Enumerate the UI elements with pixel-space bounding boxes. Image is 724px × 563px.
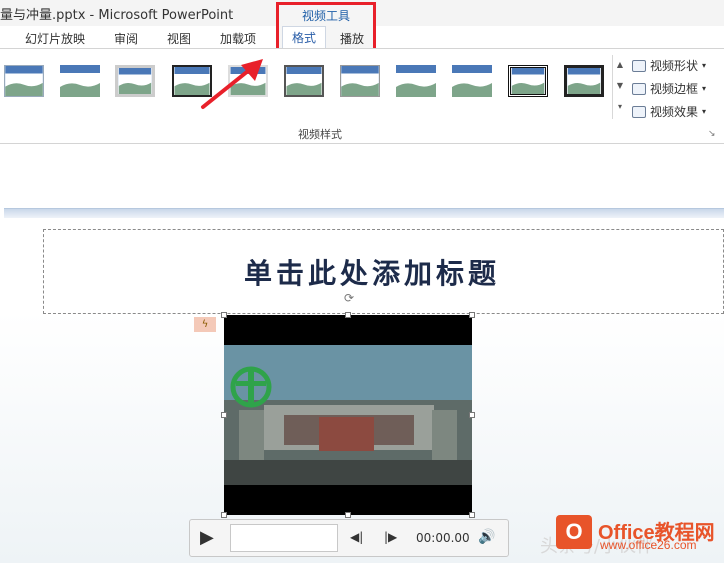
video-styles-group-label: 视频样式	[298, 128, 342, 141]
video-border-button[interactable]: 视频边框 ▾	[632, 80, 706, 97]
chevron-down-icon: ▾	[702, 84, 707, 93]
video-style-8[interactable]	[396, 65, 436, 97]
video-tools-label: 视频工具	[301, 9, 350, 23]
video-border-label: 视频边框	[650, 82, 699, 96]
play-icon[interactable]: ▶	[200, 528, 218, 548]
gallery-up-icon[interactable]: ▲	[613, 55, 627, 75]
video-frame-image	[224, 345, 472, 485]
resize-handle-n[interactable]	[345, 312, 351, 318]
video-object[interactable]	[221, 312, 475, 518]
video-shape-button[interactable]: 视频形状 ▾	[632, 57, 706, 74]
title-placeholder[interactable]: 单击此处添加标题	[43, 229, 724, 314]
step-forward-icon[interactable]: |▶	[384, 530, 397, 544]
tab-review[interactable]: 审阅	[114, 30, 138, 47]
video-effects-label: 视频效果	[650, 105, 699, 119]
gallery-down-icon[interactable]: ▼	[613, 76, 627, 96]
slide-decor-band	[4, 208, 724, 218]
progress-bar[interactable]	[230, 524, 338, 552]
gallery-scroll: ▲ ▼ ▾	[612, 55, 627, 119]
rotate-icon[interactable]: ⟳	[342, 291, 356, 305]
resize-handle-nw[interactable]	[221, 312, 227, 318]
office-logo-icon: O	[556, 515, 592, 549]
resize-handle-w[interactable]	[221, 412, 227, 418]
video-style-10[interactable]	[508, 65, 548, 97]
lightning-icon: ϟ	[194, 317, 216, 332]
tab-slideshow[interactable]: 幻灯片放映	[25, 30, 85, 47]
media-controls: ▶ ◀| |▶ 00:00.00 🔊	[189, 519, 509, 557]
resize-handle-ne[interactable]	[469, 312, 475, 318]
dialog-launcher-icon[interactable]: ↘	[708, 129, 716, 139]
gallery-more-icon[interactable]: ▾	[613, 97, 627, 117]
volume-icon[interactable]: 🔊	[478, 529, 495, 545]
video-style-2[interactable]	[60, 65, 100, 97]
window-title: 量与冲量.pptx - Microsoft PowerPoint	[0, 8, 234, 23]
video-style-1[interactable]	[4, 65, 44, 97]
title-placeholder-text: 单击此处添加标题	[244, 257, 501, 290]
video-shape-label: 视频形状	[650, 59, 699, 73]
effects-icon	[632, 105, 646, 118]
video-style-6[interactable]	[284, 65, 324, 97]
tab-addins[interactable]: 加载项	[220, 30, 256, 47]
video-effects-button[interactable]: 视频效果 ▾	[632, 103, 706, 120]
step-back-icon[interactable]: ◀|	[350, 530, 363, 544]
pen-icon	[632, 82, 646, 95]
chevron-down-icon: ▾	[702, 107, 707, 116]
tab-view[interactable]: 视图	[167, 30, 191, 47]
resize-handle-sw[interactable]	[221, 512, 227, 518]
resize-handle-e[interactable]	[469, 412, 475, 418]
ribbon: ▲ ▼ ▾ 视频形状 ▾ 视频边框 ▾ 视频效果 ▾ 视频样式 ↘	[0, 48, 724, 144]
video-style-7[interactable]	[340, 65, 380, 97]
tab-format-label: 格式	[291, 31, 316, 45]
watermark-url: www.office26.com	[600, 538, 697, 552]
tab-format[interactable]: 格式	[282, 26, 326, 49]
resize-handle-se[interactable]	[469, 512, 475, 518]
red-arrow-icon	[201, 59, 263, 109]
tab-playback[interactable]: 播放	[340, 30, 364, 47]
time-display: 00:00.00	[416, 531, 470, 545]
video-style-11[interactable]	[564, 65, 604, 97]
video-style-9[interactable]	[452, 65, 492, 97]
shape-icon	[632, 59, 646, 72]
video-style-3[interactable]	[115, 65, 155, 97]
chevron-down-icon: ▾	[702, 61, 707, 70]
resize-handle-s[interactable]	[345, 512, 351, 518]
